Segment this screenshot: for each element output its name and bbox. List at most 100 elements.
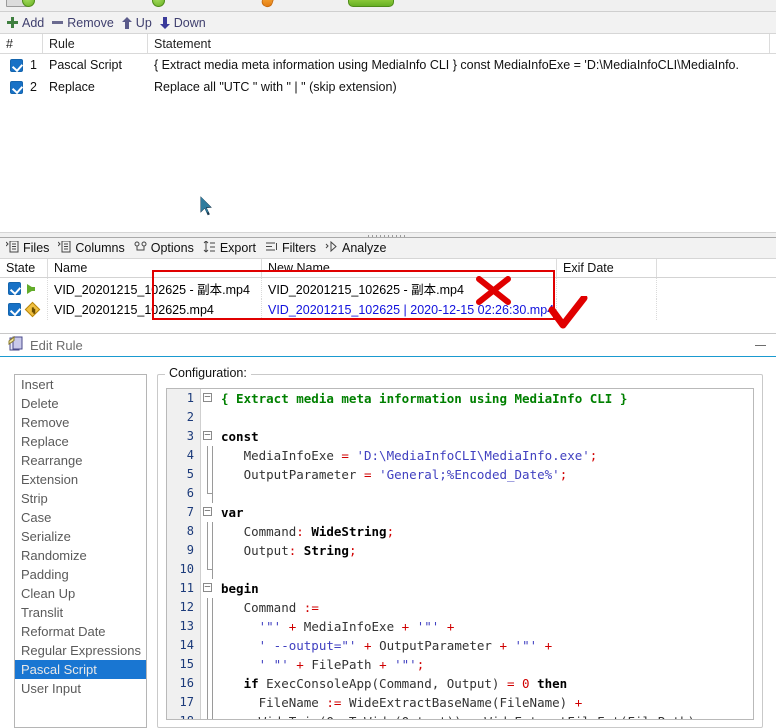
fold-toggle-icon[interactable]: – (201, 579, 217, 598)
rule-type-list[interactable]: Insert Delete Remove Replace Rearrange E… (14, 374, 147, 728)
rule-type-padding[interactable]: Padding (15, 565, 146, 584)
columns-menu-button[interactable]: Columns (56, 240, 131, 256)
code-line[interactable]: 5 OutputParameter = 'General;%Encoded_Da… (167, 465, 753, 484)
rule-type-clean-up[interactable]: Clean Up (15, 584, 146, 603)
code-line[interactable]: 17 FileName := WideExtractBaseName(FileN… (167, 693, 753, 712)
add-button[interactable]: Add (5, 15, 50, 31)
line-number: 11 (167, 579, 201, 598)
move-up-button[interactable]: Up (120, 15, 158, 31)
fold-toggle-icon[interactable]: – (201, 427, 217, 446)
line-number: 6 (167, 484, 201, 503)
fold-guide-line (201, 674, 217, 693)
rule-index: 2 (30, 80, 37, 94)
rule-enabled-checkbox[interactable] (10, 80, 23, 94)
code-line[interactable]: 3– const (167, 427, 753, 446)
code-line[interactable]: 4 MediaInfoExe = 'D:\MediaInfoCLI\MediaI… (167, 446, 753, 465)
rule-statement-cell: Replace all "UTC " with " | " (skip exte… (154, 80, 397, 94)
rules-col-statement[interactable]: Statement (148, 34, 770, 53)
file-selected-checkbox[interactable] (8, 282, 21, 295)
pascal-script-editor[interactable]: 1–{ Extract media meta information using… (166, 388, 754, 720)
code-text: var (221, 505, 244, 520)
analyze-menu-button[interactable]: Analyze (323, 240, 393, 256)
fold-toggle-icon[interactable]: – (201, 389, 217, 408)
code-line[interactable]: 12 Command := (167, 598, 753, 617)
files-col-state[interactable]: State (0, 259, 48, 277)
file-exif-date-cell (557, 299, 657, 320)
line-number: 16 (167, 674, 201, 693)
line-number: 15 (167, 655, 201, 674)
code-line[interactable]: 15 ' "' + FilePath + '"'; (167, 655, 753, 674)
filters-icon (265, 241, 278, 256)
rule-type-strip[interactable]: Strip (15, 489, 146, 508)
rule-type-cell: Pascal Script (49, 58, 122, 72)
table-row[interactable]: 1 Pascal Script { Extract media meta inf… (0, 54, 776, 76)
rule-type-case[interactable]: Case (15, 508, 146, 527)
rule-type-delete[interactable]: Delete (15, 394, 146, 413)
files-col-exif-date[interactable]: Exif Date (557, 259, 657, 277)
rules-col-rule[interactable]: Rule (43, 34, 148, 53)
orange-pencil-icon[interactable] (260, 0, 275, 9)
green-circle-icon-2[interactable] (152, 0, 165, 7)
rule-type-insert[interactable]: Insert (15, 375, 146, 394)
fold-toggle-icon[interactable]: – (201, 503, 217, 522)
rule-type-randomize[interactable]: Randomize (15, 546, 146, 565)
filters-menu-button[interactable]: Filters (263, 241, 323, 256)
files-menu-button[interactable]: Files (4, 240, 56, 256)
code-text: const (221, 429, 259, 444)
edit-rule-panel-header: Edit Rule (0, 333, 776, 357)
rule-enabled-checkbox[interactable] (10, 58, 23, 72)
code-line[interactable]: 8 Command: WideString; (167, 522, 753, 541)
files-toolbar: Files Columns Options Export Filters Ana… (0, 238, 776, 259)
options-menu-label: Options (150, 241, 194, 255)
remove-button[interactable]: Remove (50, 15, 120, 31)
files-menu-label: Files (23, 241, 50, 255)
code-text: ' --output="' + OutputParameter + '"' + (221, 638, 553, 653)
code-line[interactable]: 14 ' --output="' + OutputParameter + '"'… (167, 636, 753, 655)
code-line[interactable]: 2 (167, 408, 753, 427)
rule-row-num-cell: 1 (0, 54, 43, 76)
options-menu-button[interactable]: Options (132, 241, 201, 256)
minimize-button[interactable] (755, 345, 766, 346)
code-line[interactable]: 7– var (167, 503, 753, 522)
files-icon (5, 240, 19, 256)
code-line[interactable]: 16 if ExecConsoleApp(Command, Output) = … (167, 674, 753, 693)
code-line[interactable]: 13 '"' + MediaInfoExe + '"' + (167, 617, 753, 636)
rule-type-extension[interactable]: Extension (15, 470, 146, 489)
rule-type-serialize[interactable]: Serialize (15, 527, 146, 546)
columns-icon (58, 240, 71, 256)
green-button-icon[interactable] (348, 0, 394, 7)
move-down-button[interactable]: Down (158, 15, 212, 31)
green-arrow-icon (27, 283, 35, 294)
code-line[interactable]: 9 Output: String; (167, 541, 753, 560)
rule-type-replace[interactable]: Replace (15, 432, 146, 451)
code-line[interactable]: 10 (167, 560, 753, 579)
fold-guide-line (201, 541, 217, 560)
rule-type-pascal-script[interactable]: Pascal Script (15, 660, 146, 679)
export-menu-button[interactable]: Export (201, 240, 263, 256)
rule-type-translit[interactable]: Translit (15, 603, 146, 622)
renamer-window: Add Remove Up Down # Rule Statement 1 Pa… (0, 0, 776, 728)
code-line[interactable]: 11– begin (167, 579, 753, 598)
line-number: 14 (167, 636, 201, 655)
top-toolbar-strip (0, 0, 776, 12)
rule-type-regular-expressions[interactable]: Regular Expressions (15, 641, 146, 660)
rule-row-num-cell: 2 (0, 76, 43, 98)
file-selected-checkbox[interactable] (8, 303, 21, 316)
rule-type-remove[interactable]: Remove (15, 413, 146, 432)
code-line[interactable]: 6 (167, 484, 753, 503)
code-line[interactable]: 1–{ Extract media meta information using… (167, 389, 753, 408)
rule-index: 1 (30, 58, 37, 72)
rules-col-num[interactable]: # (0, 34, 43, 53)
fold-guide-line (201, 693, 217, 712)
rule-type-rearrange[interactable]: Rearrange (15, 451, 146, 470)
down-label: Down (173, 15, 206, 30)
code-text: Output: String; (221, 543, 357, 558)
rule-type-reformat-date[interactable]: Reformat Date (15, 622, 146, 641)
code-line[interactable]: 18 WideTrim(OemToWide(Output)) + WideExt… (167, 712, 753, 719)
table-row[interactable]: 2 Replace Replace all "UTC " with " | " … (0, 76, 776, 98)
line-number: 5 (167, 465, 201, 484)
rule-type-user-input[interactable]: User Input (15, 679, 146, 698)
line-number: 1 (167, 389, 201, 408)
rule-type-cell: Replace (49, 80, 95, 94)
line-number: 2 (167, 408, 201, 427)
